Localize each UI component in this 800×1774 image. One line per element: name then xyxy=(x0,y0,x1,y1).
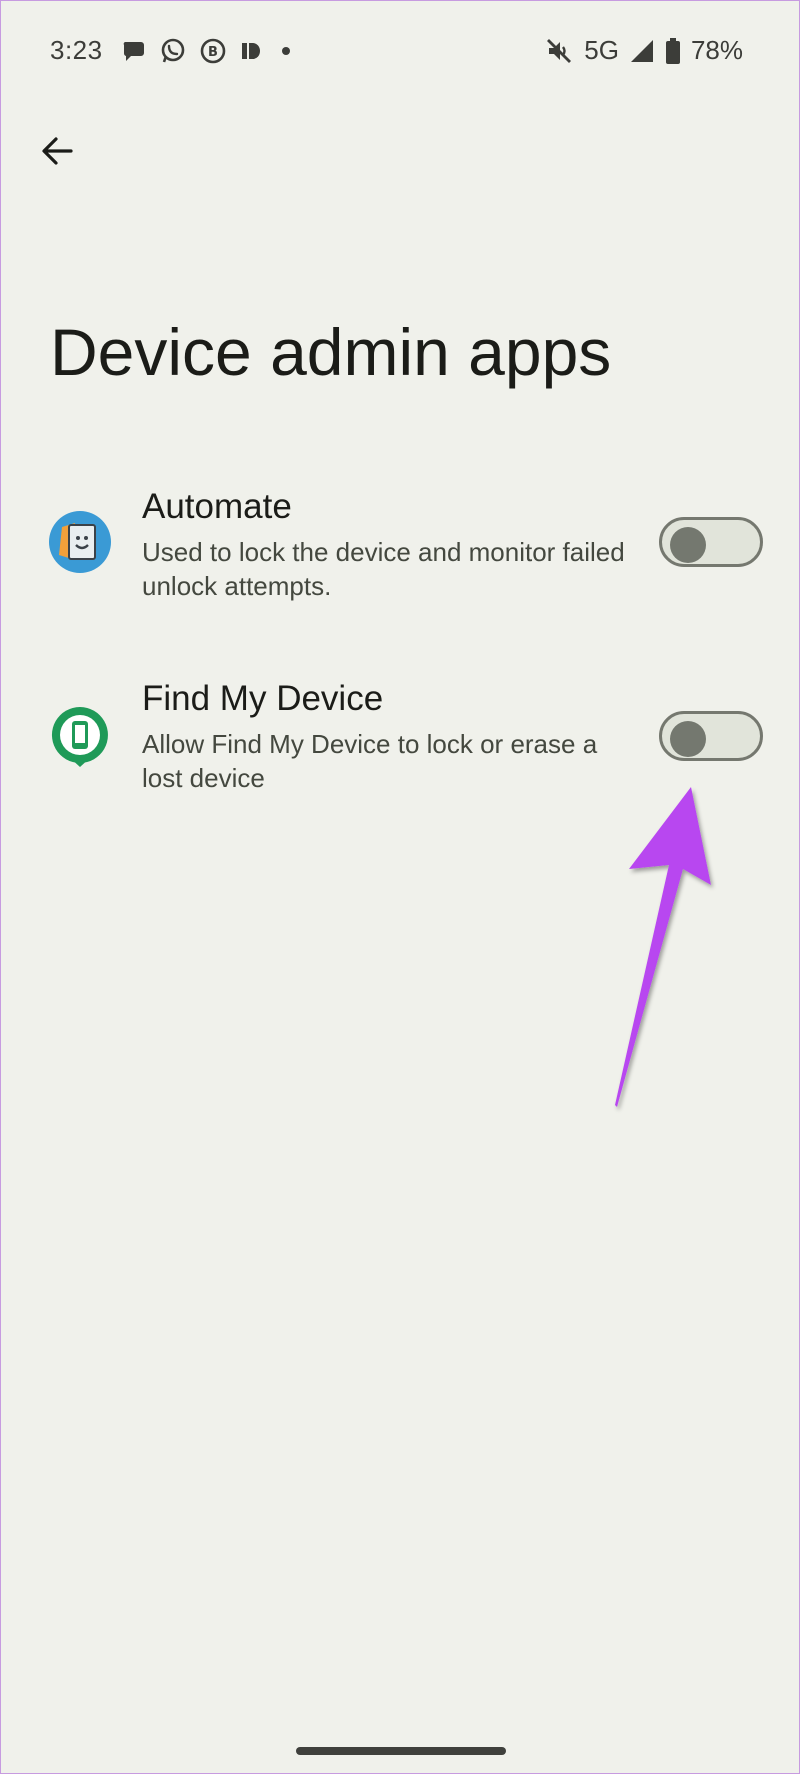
page-title: Device admin apps xyxy=(50,315,612,389)
mute-icon xyxy=(544,36,574,66)
battery-icon xyxy=(665,37,681,65)
network-label: 5G xyxy=(584,35,619,65)
find-my-device-app-icon xyxy=(49,705,111,767)
navigation-gesture-handle[interactable] xyxy=(296,1747,506,1755)
notification-icons: B xyxy=(121,37,297,65)
annotation-arrow-icon xyxy=(615,787,711,1107)
app-description: Used to lock the device and monitor fail… xyxy=(142,537,625,601)
chat-bubble-icon xyxy=(121,38,147,64)
toggle-thumb xyxy=(670,527,706,563)
svg-text:B: B xyxy=(208,45,218,60)
battery-percentage: 78% xyxy=(690,35,743,65)
app-name: Find My Device xyxy=(142,679,384,718)
dot-icon xyxy=(275,40,297,62)
admin-item-automate[interactable]: Automate Used to lock the device and mon… xyxy=(1,475,799,625)
status-time: 3:23 xyxy=(50,35,103,65)
business-chat-icon: B xyxy=(199,37,227,65)
system-status: 5G 78% xyxy=(544,35,743,66)
automate-app-icon xyxy=(49,511,111,573)
whatsapp-icon xyxy=(159,37,187,65)
toggle-thumb xyxy=(670,721,706,757)
arrow-left-icon xyxy=(42,137,73,165)
back-button[interactable] xyxy=(31,125,83,177)
signal-icon xyxy=(629,38,655,64)
app-name: Automate xyxy=(142,487,292,526)
docs-icon xyxy=(239,39,263,63)
device-admin-apps-screen: 3:23 B 5G 78% Device admin apps Automate… xyxy=(0,0,800,1774)
status-bar: 3:23 B 5G 78% xyxy=(1,1,799,101)
find-my-device-toggle[interactable] xyxy=(659,711,763,761)
automate-toggle[interactable] xyxy=(659,517,763,567)
app-description: Allow Find My Device to lock or erase a … xyxy=(142,729,598,793)
